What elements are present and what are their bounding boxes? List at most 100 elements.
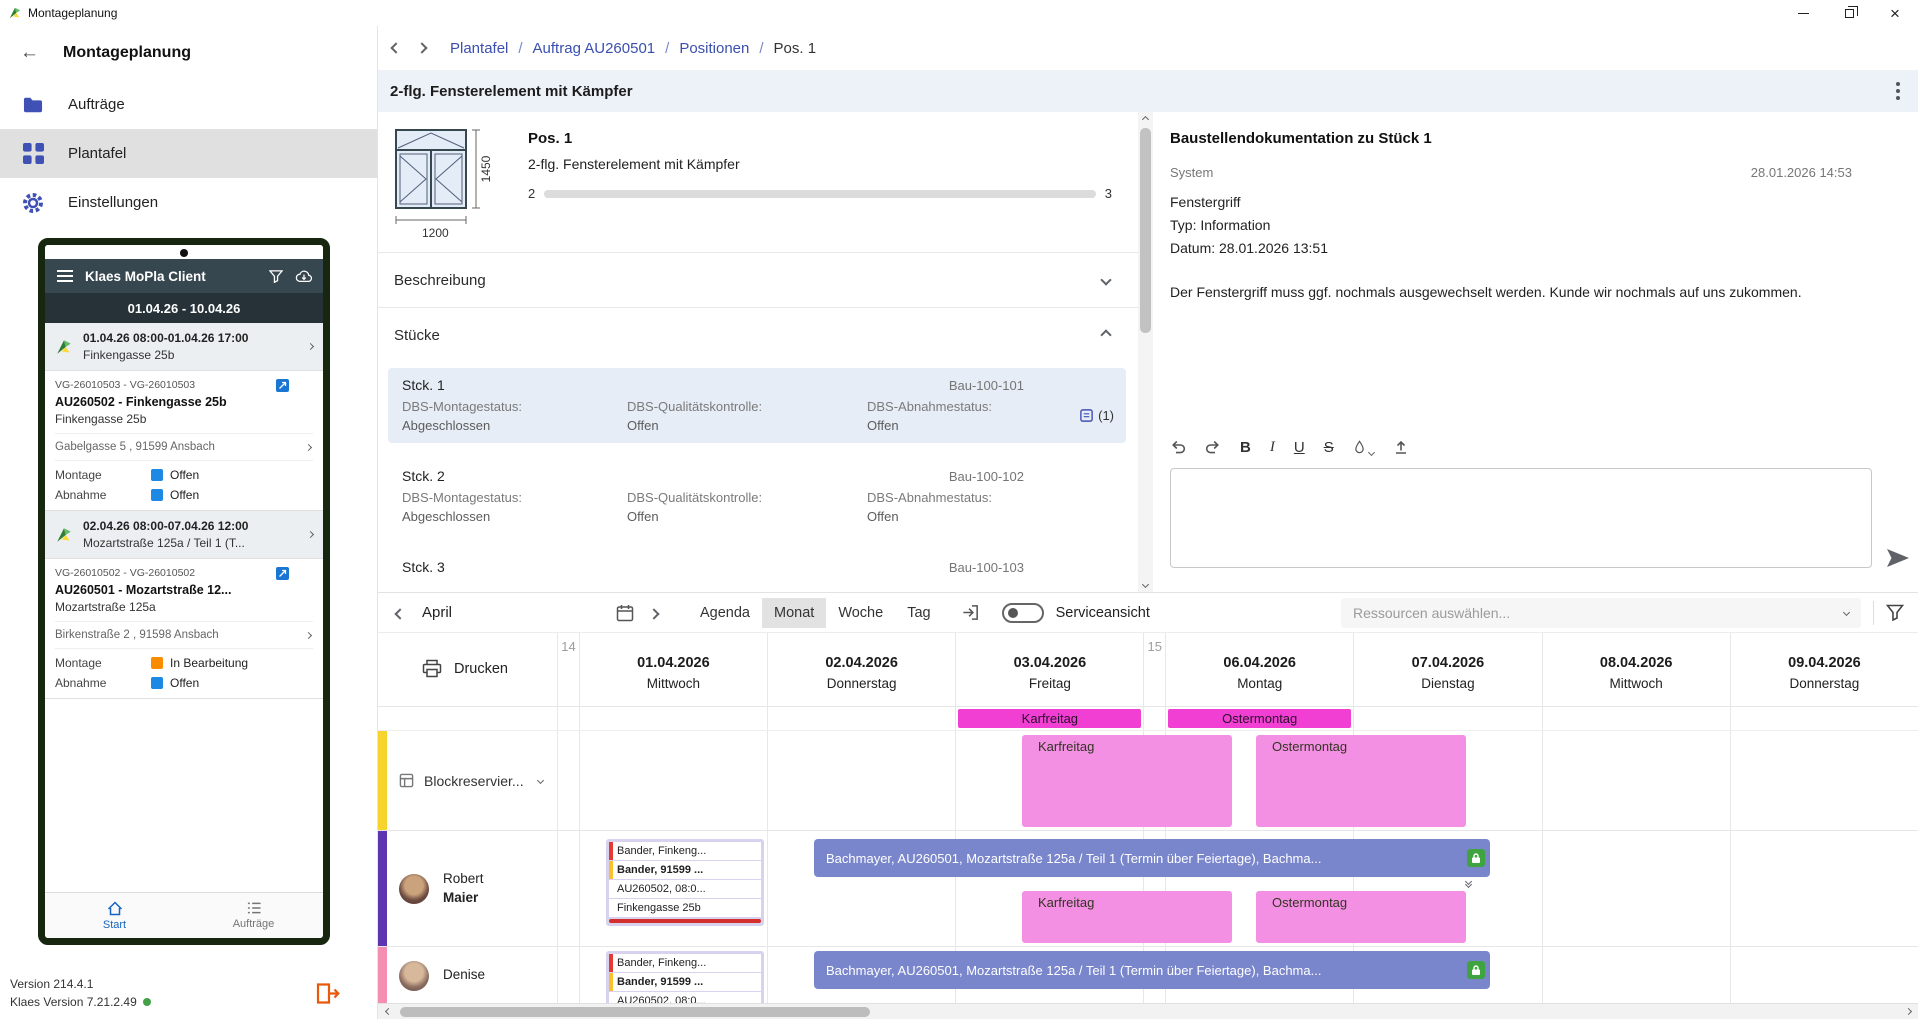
next-month-icon[interactable]	[646, 601, 662, 625]
entry-date: Datum: 28.01.2026 13:51	[1170, 240, 1852, 256]
breadcrumb-link-plantafel[interactable]: Plantafel	[450, 40, 508, 57]
sidebar-item-auftraege[interactable]: Aufträge	[0, 80, 377, 129]
hamburger-menu-icon	[57, 267, 73, 285]
strikethrough-button[interactable]: S	[1324, 439, 1334, 456]
breadcrumb-link-positionen[interactable]: Positionen	[679, 40, 749, 57]
view-tab-agenda[interactable]: Agenda	[688, 598, 762, 628]
scroll-right-arrow[interactable]	[1900, 1004, 1916, 1019]
jump-to-date-icon[interactable]	[961, 603, 980, 622]
task-card[interactable]: Bander, Finkeng... Bander, 91599 ... AU2…	[606, 951, 764, 1003]
planning-board: April Agenda Monat Woche Tag Serviceansi…	[378, 592, 1918, 1019]
close-button[interactable]: ×	[1872, 0, 1918, 26]
status-label: DBS-Qualitätskontrolle:	[627, 399, 867, 414]
task-item[interactable]: Bander, Finkeng...	[609, 842, 761, 860]
abnahme-status: Offen	[170, 676, 199, 690]
minimize-button[interactable]	[1780, 0, 1826, 26]
scrollbar-thumb[interactable]	[400, 1007, 870, 1017]
task-item[interactable]: AU260502, 08:0...	[609, 992, 761, 1003]
section-beschreibung[interactable]: Beschreibung	[378, 252, 1138, 307]
chevron-right-icon	[305, 443, 312, 450]
resource-color-bar	[378, 831, 387, 946]
scrollbar-thumb[interactable]	[1140, 128, 1151, 333]
version-line2: Klaes Version 7.21.2.49	[10, 995, 137, 1009]
chevron-down-icon[interactable]	[1100, 274, 1111, 285]
scroll-up-arrow[interactable]	[1138, 112, 1153, 127]
grid-icon	[20, 143, 46, 164]
back-arrow-icon[interactable]: ←	[20, 42, 39, 64]
breadcrumb-link-auftrag[interactable]: Auftrag AU260501	[533, 40, 656, 57]
holiday-banner-karfreitag: Karfreitag	[958, 709, 1141, 728]
expand-events-icon[interactable]	[1466, 879, 1471, 887]
phone-tab-bar: Start Aufträge	[45, 892, 323, 938]
list-icon	[246, 901, 262, 915]
chevron-up-icon[interactable]	[1100, 329, 1111, 340]
restore-button[interactable]	[1826, 0, 1872, 26]
section-stuecke[interactable]: Stücke	[378, 307, 1138, 362]
view-tab-monat[interactable]: Monat	[762, 598, 826, 628]
vertical-scrollbar[interactable]	[1138, 112, 1153, 592]
print-button[interactable]: Drucken	[422, 659, 508, 678]
status-open-icon	[151, 677, 163, 689]
sidebar-item-einstellungen[interactable]: Einstellungen	[0, 178, 377, 227]
day-header[interactable]: 06.04.2026Montag	[1165, 633, 1353, 706]
day-header[interactable]: 03.04.2026Freitag	[955, 633, 1143, 706]
filter-icon[interactable]	[1886, 604, 1904, 621]
mobile-client-preview: Klaes MoPla Client 01.04.26 - 10.04.26 0…	[38, 238, 330, 945]
view-tab-woche[interactable]: Woche	[826, 598, 895, 628]
comment-input[interactable]	[1170, 468, 1872, 568]
resources-select[interactable]: Ressourcen auswählen...	[1341, 598, 1861, 628]
service-view-toggle[interactable]	[1002, 603, 1044, 623]
scroll-left-arrow[interactable]	[380, 1004, 396, 1019]
stueck-card-1[interactable]: Stck. 1 Bau-100-101 DBS-Montagestatus:Ab…	[388, 368, 1126, 443]
klaes-logo-icon	[55, 526, 73, 544]
resource-first-name: Denise	[443, 967, 485, 982]
send-button[interactable]	[1886, 548, 1910, 568]
montage-status: In Bearbeitung	[170, 656, 248, 670]
nav-back-icon[interactable]	[390, 42, 401, 53]
minimize-icon	[1798, 13, 1809, 14]
kebab-menu-icon[interactable]	[1896, 82, 1900, 100]
scroll-down-arrow[interactable]	[1138, 577, 1153, 592]
day-header[interactable]: 01.04.2026Mittwoch	[579, 633, 767, 706]
day-header[interactable]: 07.04.2026Dienstag	[1353, 633, 1541, 706]
task-item[interactable]: Bander, Finkeng...	[609, 954, 761, 972]
stueck-ref: Bau-100-103	[949, 560, 1024, 575]
app-logo-icon	[8, 6, 22, 20]
logout-icon[interactable]	[315, 982, 341, 1005]
month-picker[interactable]: April	[422, 604, 634, 622]
week-number: 15	[1143, 633, 1165, 706]
day-header[interactable]: 09.04.2026Donnerstag	[1730, 633, 1918, 706]
day-header[interactable]: 02.04.2026Donnerstag	[767, 633, 955, 706]
bold-button[interactable]: B	[1240, 439, 1251, 456]
stueck-card-3[interactable]: Stck. 3 Bau-100-103	[388, 550, 1126, 585]
upload-icon[interactable]	[1393, 439, 1409, 455]
sidebar-item-plantafel[interactable]: Plantafel	[0, 129, 377, 178]
redo-icon[interactable]	[1205, 439, 1221, 455]
view-tab-tag[interactable]: Tag	[895, 598, 942, 628]
nav-forward-icon[interactable]	[416, 42, 427, 53]
stueck-card-2[interactable]: Stck. 2 Bau-100-102 DBS-Montagestatus:Ab…	[388, 459, 1126, 534]
breadcrumb: Plantafel / Auftrag AU260501 / Positione…	[378, 26, 1918, 70]
task-item[interactable]: AU260502, 08:0...	[609, 880, 761, 898]
task-item[interactable]: Finkengasse 25b	[609, 899, 761, 917]
status-value: Offen	[627, 418, 867, 433]
day-header[interactable]: 08.04.2026Mittwoch	[1542, 633, 1730, 706]
note-count: (1)	[1098, 408, 1114, 423]
underline-button[interactable]: U	[1294, 439, 1305, 456]
task-item[interactable]: Bander, 91599 ...	[609, 973, 761, 991]
task-item[interactable]: Bander, 91599 ...	[609, 861, 761, 879]
font-color-button[interactable]	[1353, 439, 1374, 455]
holiday-block-karfreitag: Karfreitag	[1022, 891, 1232, 943]
phone-tab-start: Start	[45, 893, 184, 938]
prev-month-icon[interactable]	[392, 601, 408, 625]
task-card[interactable]: Bander, Finkeng... Bander, 91599 ... AU2…	[606, 839, 764, 926]
italic-button[interactable]: I	[1270, 439, 1275, 456]
chevron-down-icon[interactable]	[537, 777, 544, 784]
calendar-event-bachmayer[interactable]: Bachmayer, AU260501, Mozartstraße 125a /…	[814, 951, 1490, 989]
note-count-button[interactable]: (1)	[1079, 408, 1114, 423]
stueck-name: Stck. 3	[402, 559, 445, 575]
calendar-event-bachmayer[interactable]: Bachmayer, AU260501, Mozartstraße 125a /…	[814, 839, 1490, 877]
resource-last-name: Maier	[443, 890, 478, 905]
horizontal-scrollbar[interactable]	[378, 1003, 1918, 1019]
undo-icon[interactable]	[1170, 439, 1186, 455]
